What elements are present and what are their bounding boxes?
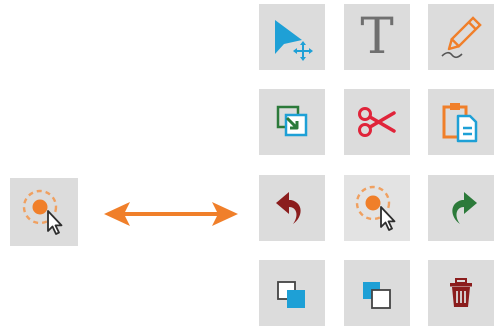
- send-to-back-icon: [363, 282, 391, 309]
- double-headed-arrow-icon: [104, 202, 238, 226]
- cut-tool[interactable]: [344, 89, 410, 155]
- select-move-arrow-icon: [275, 20, 313, 61]
- paste-tool[interactable]: [428, 89, 494, 155]
- standalone-click-tool[interactable]: [10, 178, 78, 246]
- copy-icon: [276, 105, 308, 137]
- undo-tool[interactable]: [259, 175, 325, 241]
- paste-clipboard-icon: [442, 103, 478, 143]
- scissors-icon: [358, 107, 396, 137]
- text-tool[interactable]: T: [344, 4, 410, 70]
- bring-to-front-tool[interactable]: [259, 260, 325, 326]
- trash-icon: [450, 278, 472, 307]
- delete-tool[interactable]: [428, 260, 494, 326]
- pencil-icon: [441, 16, 482, 59]
- select-tool[interactable]: [259, 4, 325, 70]
- draw-tool[interactable]: [428, 4, 494, 70]
- copy-tool[interactable]: [259, 89, 325, 155]
- send-to-back-tool[interactable]: [344, 260, 410, 326]
- click-target-cursor-icon: [22, 189, 63, 235]
- click-tool[interactable]: [344, 175, 410, 241]
- undo-icon: [276, 192, 301, 224]
- text-tool-icon: T: [360, 7, 394, 65]
- click-target-cursor-icon: [355, 185, 396, 231]
- redo-tool[interactable]: [428, 175, 494, 241]
- redo-icon: [452, 192, 477, 224]
- bring-to-front-icon: [277, 281, 305, 308]
